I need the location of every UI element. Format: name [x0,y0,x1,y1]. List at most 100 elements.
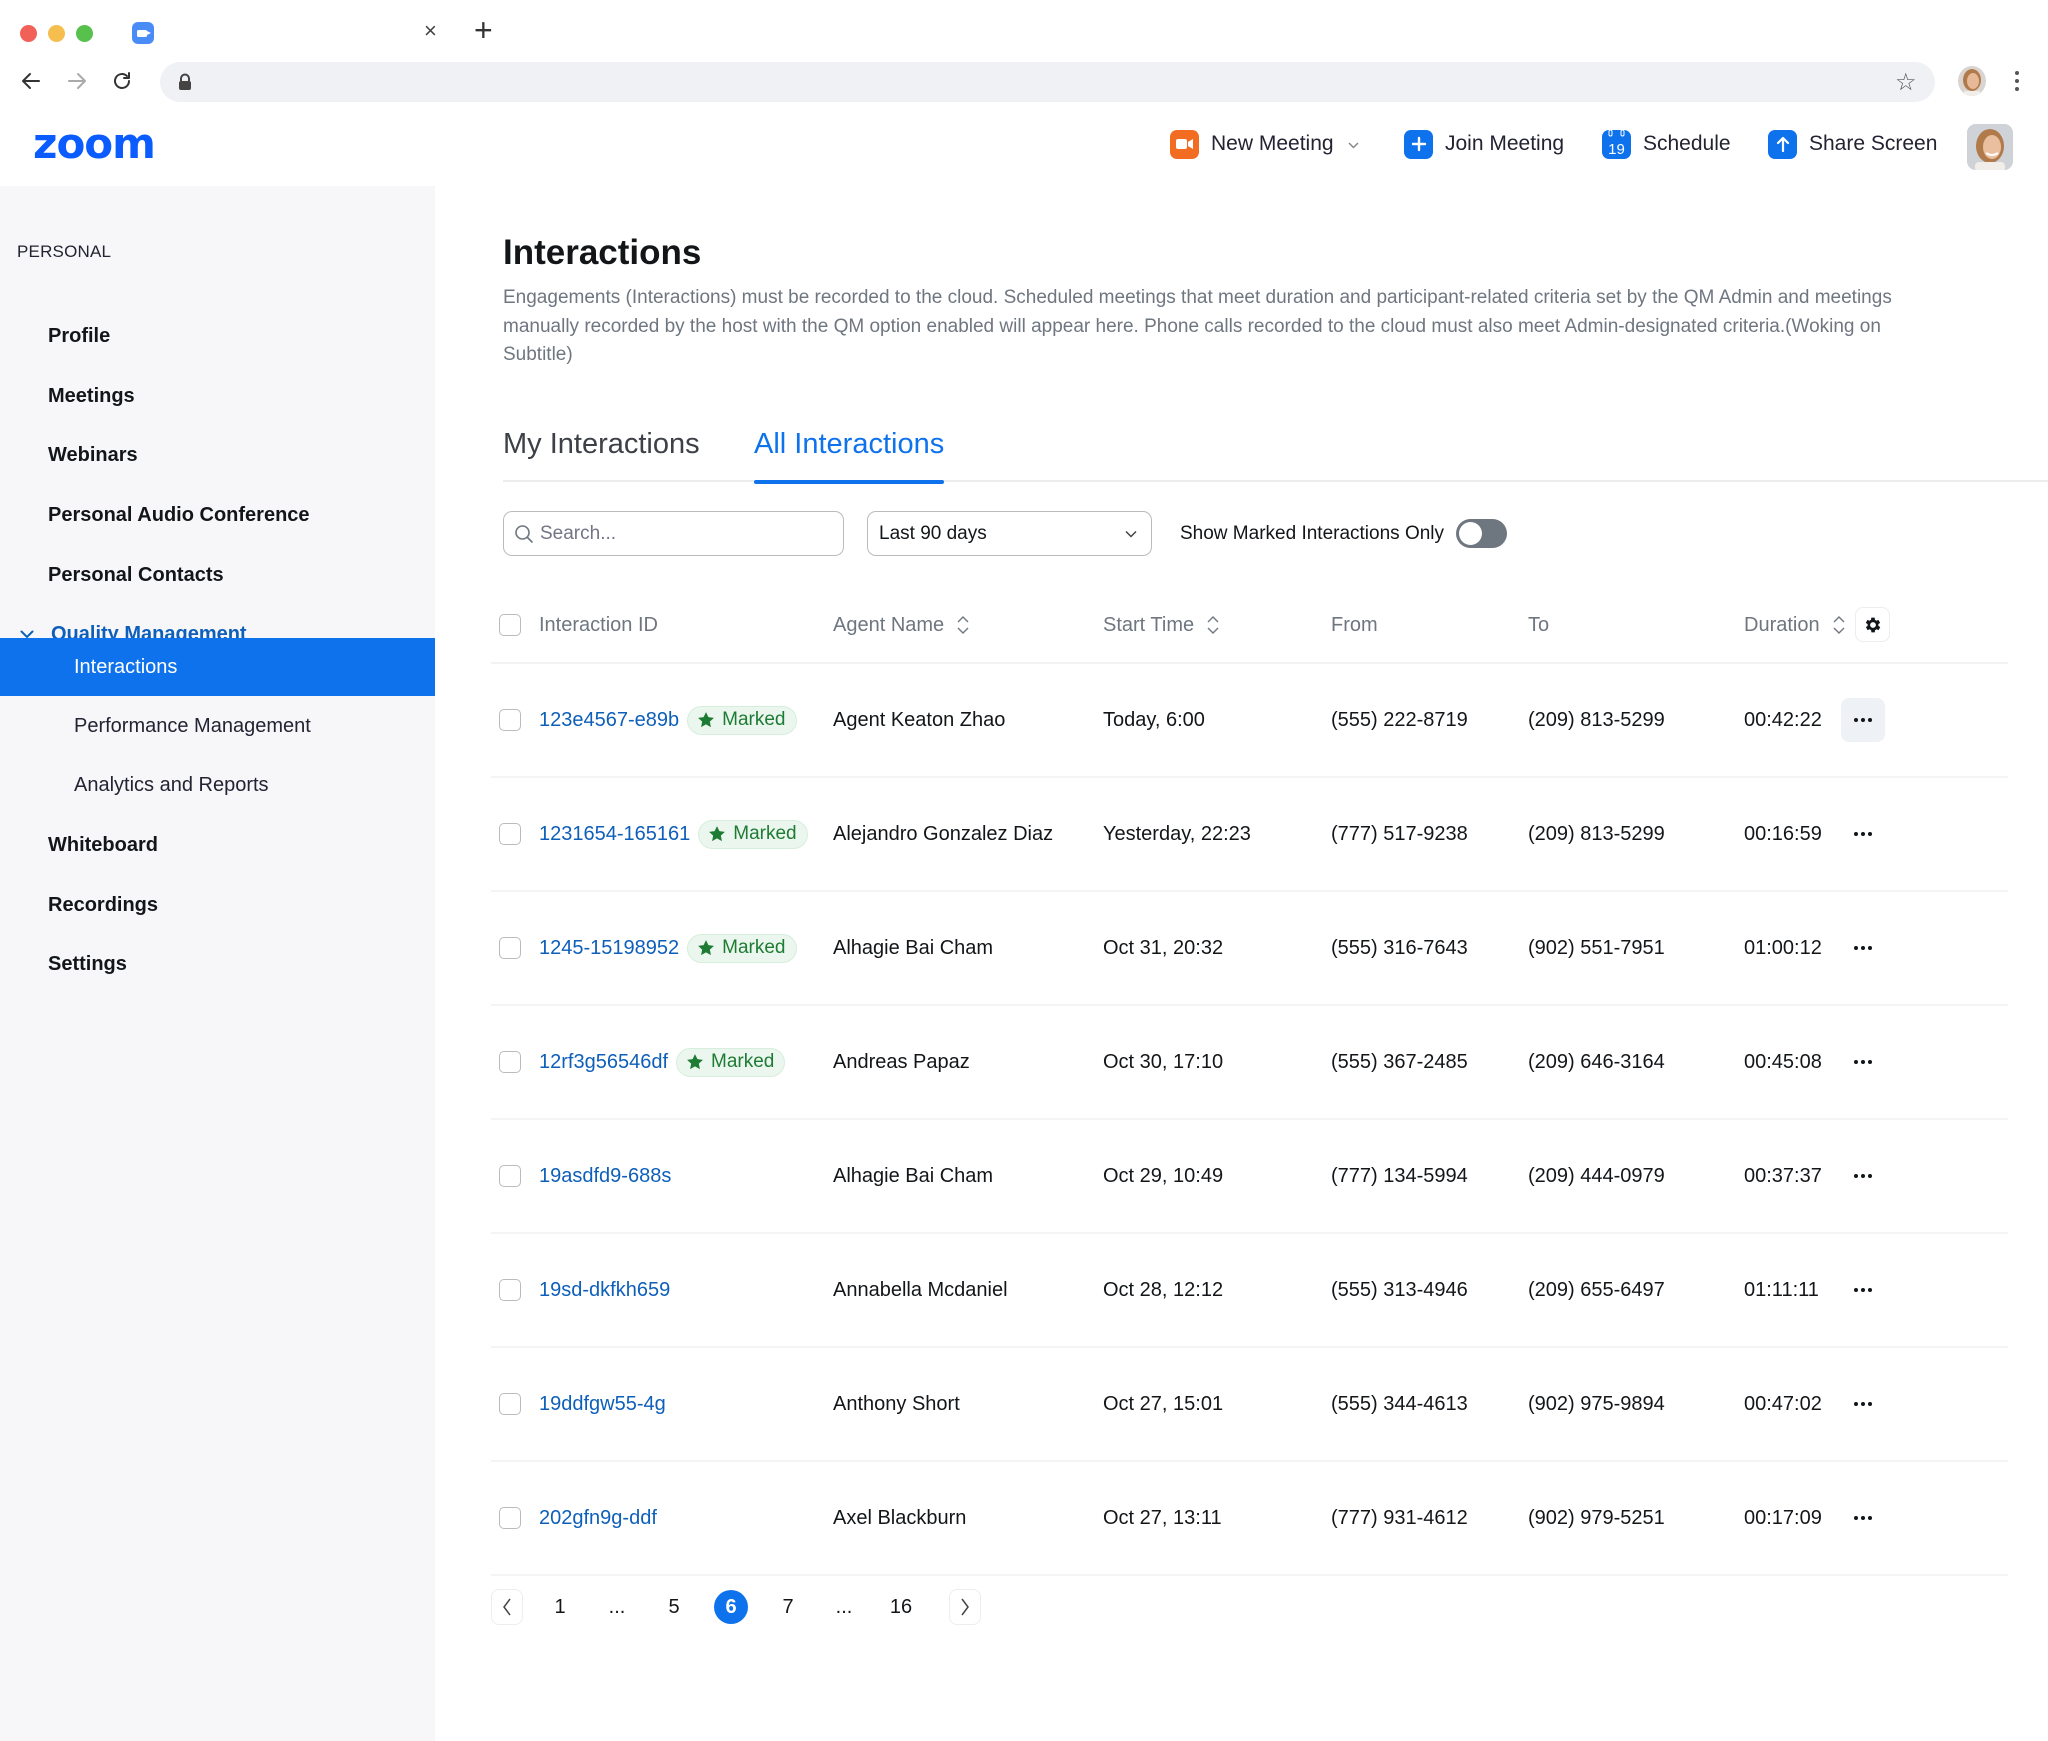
pagination-page[interactable]: 5 [657,1589,691,1625]
table-row[interactable]: 123e4567-e89b Marked Agent Keaton Zhao Toda… [491,664,2008,778]
window-maximize-button[interactable] [76,25,93,42]
row-more-actions-button[interactable] [1841,1040,1885,1084]
interaction-id-link[interactable]: 12rf3g56546df [539,1051,668,1074]
row-checkbox[interactable] [499,709,521,731]
sort-icon[interactable] [1832,614,1846,636]
pagination-current-page[interactable]: 6 [714,1590,748,1624]
marked-badge: Marked [687,705,797,735]
column-duration[interactable]: Duration [1744,586,1846,664]
pagination-next-button[interactable] [949,1589,981,1625]
sidebar-item-profile[interactable]: Profile [0,308,435,365]
table-row[interactable]: 19ddfgw55-4g Anthony Short Oct 27, 15:01 (5… [491,1348,2008,1462]
row-more-actions-button[interactable] [1841,1496,1885,1540]
table-row[interactable]: 202gfn9g-ddf Axel Blackburn Oct 27, 13:11 (… [491,1462,2008,1576]
plus-icon [1404,129,1433,159]
bookmark-star-icon[interactable]: ☆ [1895,68,1917,97]
interaction-id-link[interactable]: 19sd-dkfkh659 [539,1279,670,1302]
address-bar[interactable] [160,62,1935,102]
interaction-id-link[interactable]: 19ddfgw55-4g [539,1393,666,1416]
window-minimize-button[interactable] [48,25,65,42]
browser-menu-kebab-icon[interactable] [2012,66,2022,96]
chevron-down-icon[interactable] [1348,136,1359,152]
row-checkbox[interactable] [499,1165,521,1187]
pagination-prev-button[interactable] [491,1589,523,1625]
join-meeting-button[interactable]: Join Meeting [1404,129,1564,159]
row-more-actions-button[interactable] [1841,1382,1885,1426]
row-checkbox[interactable] [499,823,521,845]
row-more-actions-button[interactable] [1841,698,1885,742]
row-checkbox[interactable] [499,937,521,959]
interaction-id-link[interactable]: 1245-15198952 [539,937,679,960]
to-cell: (209) 646-3164 [1528,1050,1665,1073]
marked-badge: Marked [687,933,797,963]
from-cell: (555) 316-7643 [1331,936,1468,959]
pagination-page[interactable]: 7 [771,1589,805,1625]
interaction-tabs: My Interactions All Interactions [503,422,2048,484]
back-button[interactable] [16,66,46,96]
star-icon [698,712,715,728]
sidebar-item-interactions[interactable]: Interactions [0,638,435,696]
sort-icon[interactable] [956,614,970,636]
reload-button[interactable] [107,66,137,96]
interaction-id-link[interactable]: 19asdfd9-688s [539,1165,671,1188]
sidebar-item-meetings[interactable]: Meetings [0,368,435,425]
row-more-actions-button[interactable] [1841,1268,1885,1312]
forward-button[interactable] [62,66,92,96]
row-checkbox[interactable] [499,1279,521,1301]
share-screen-button[interactable]: Share Screen [1768,129,1937,159]
calendar-day-number: 19 [1608,141,1625,158]
new-tab-button[interactable]: + [474,14,493,46]
interaction-id-link[interactable]: 123e4567-e89b [539,709,679,732]
schedule-button[interactable]: 19 Schedule [1602,129,1731,159]
sidebar-item-analytics-and-reports[interactable]: Analytics and Reports [0,757,435,814]
sidebar-item-webinars[interactable]: Webinars [0,427,435,484]
tab-my-interactions[interactable]: My Interactions [503,422,700,482]
table-row[interactable]: 19asdfd9-688s Alhagie Bai Cham Oct 29, 10:… [491,1120,2008,1234]
interaction-id-cell: 12rf3g56546df Marked [539,1006,786,1118]
table-row[interactable]: 1231654-165161 Marked Alejandro Gonzalez D… [491,778,2008,892]
window-close-button[interactable] [20,25,37,42]
agent-name-cell: Alejandro Gonzalez Diaz [833,822,1054,845]
sidebar-item-personal-contacts[interactable]: Personal Contacts [0,547,435,604]
new-meeting-button[interactable]: New Meeting [1170,129,1359,159]
sidebar-item-performance-management[interactable]: Performance Management [0,698,435,755]
sidebar-item-settings[interactable]: Settings [0,936,435,993]
table-row[interactable]: 19sd-dkfkh659 Annabella Mcdaniel Oct 28, 1… [491,1234,2008,1348]
row-checkbox[interactable] [499,1507,521,1529]
interaction-id-link[interactable]: 202gfn9g-ddf [539,1507,657,1530]
user-avatar[interactable] [1967,124,2013,170]
sidebar-item-personal-audio-conference[interactable]: Personal Audio Conference [0,487,435,544]
search-input[interactable] [540,522,820,545]
row-more-actions-button[interactable] [1841,1154,1885,1198]
marked-badge: Marked [698,819,808,849]
row-checkbox[interactable] [499,1051,521,1073]
date-range-select[interactable]: Last 90 days [867,511,1152,556]
column-settings-button[interactable] [1855,607,1890,642]
sidebar: PERSONAL Profile Meetings Webinars Perso… [0,186,435,1741]
browser-profile-avatar[interactable] [1958,66,1986,96]
column-agent-name[interactable]: Agent Name [833,586,970,664]
arrow-up-icon [1768,129,1797,159]
agent-name-cell: Alhagie Bai Cham [833,1164,994,1187]
tab-close-button[interactable]: × [424,18,437,44]
sidebar-item-whiteboard[interactable]: Whiteboard [0,817,435,874]
sidebar-item-recordings[interactable]: Recordings [0,877,435,934]
zoom-logo[interactable]: zoom [33,119,156,169]
select-all-checkbox[interactable] [499,614,521,636]
tab-all-interactions[interactable]: All Interactions [754,422,945,484]
marked-badge-label: Marked [711,1051,775,1072]
row-checkbox[interactable] [499,1393,521,1415]
interaction-id-link[interactable]: 1231654-165161 [539,823,690,846]
table-row[interactable]: 12rf3g56546df Marked Andreas Papaz Oct 30, … [491,1006,2008,1120]
column-start-time[interactable]: Start Time [1103,586,1220,664]
table-row[interactable]: 1245-15198952 Marked Alhagie Bai Cham Oct 3… [491,892,2008,1006]
pagination-page[interactable]: 16 [884,1589,918,1625]
pagination-page[interactable]: 1 [543,1589,577,1625]
sort-icon[interactable] [1206,614,1220,636]
row-more-actions-button[interactable] [1841,812,1885,856]
search-field[interactable] [503,511,844,556]
row-more-actions-button[interactable] [1841,926,1885,970]
marked-only-filter: Show Marked Interactions Only [1180,511,1508,556]
marked-only-toggle[interactable] [1456,519,1508,548]
interaction-id-cell: 202gfn9g-ddf [539,1462,657,1574]
